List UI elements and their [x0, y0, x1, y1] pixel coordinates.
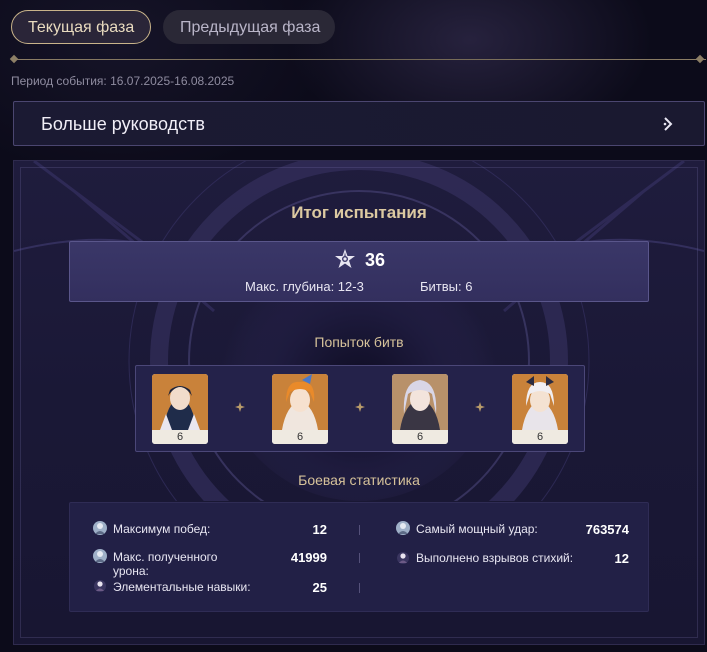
more-guides-button[interactable]: Больше руководств: [13, 101, 705, 146]
stats-column-divider: [359, 525, 360, 535]
attempt-count: 6: [152, 430, 208, 444]
separator-star-icon: [355, 402, 365, 412]
header-divider: [11, 59, 706, 60]
max-depth: Макс. глубина: 12-3: [245, 279, 364, 294]
tab-current-phase[interactable]: Текущая фаза: [11, 10, 151, 44]
battle-stats-panel: Максимум побед: 12 Самый мощный удар: 76…: [69, 502, 649, 612]
character-avatar-icon: [93, 521, 107, 535]
star-count: 36: [365, 250, 386, 270]
elemental-bursts-value: 12: [614, 551, 629, 566]
chevron-right-icon: [663, 117, 673, 131]
strongest-hit-value: 763574: [585, 522, 629, 537]
separator-star-icon: [235, 402, 245, 412]
max-wins-value: 12: [312, 522, 327, 537]
attempt-count: 6: [512, 430, 568, 444]
strongest-hit-label: Самый мощный удар:: [416, 522, 538, 536]
character-card-4[interactable]: 6: [512, 374, 568, 444]
character-avatar-icon: [396, 521, 410, 535]
character-avatar-icon: [397, 552, 409, 564]
elemental-skills-label: Элементальные навыки:: [113, 580, 251, 594]
separator-star-icon: [475, 402, 485, 412]
character-avatar-icon: [94, 580, 106, 592]
character-card-1[interactable]: 6: [152, 374, 208, 444]
score-panel: 36 Макс. глубина: 12-3 Битвы: 6: [69, 241, 649, 302]
stats-column-divider: [359, 553, 360, 563]
attempt-count: 6: [392, 430, 448, 444]
more-guides-label: Больше руководств: [41, 114, 205, 134]
elemental-skills-value: 25: [312, 580, 327, 595]
attempt-count: 6: [272, 430, 328, 444]
character-avatar-icon: [93, 549, 107, 563]
abyss-star-icon: [335, 249, 355, 268]
character-card-3[interactable]: 6: [392, 374, 448, 444]
max-damage-taken-label: Макс. полученного урона:: [113, 550, 218, 578]
character-portrait: [392, 374, 448, 430]
character-attempts-panel: 6 6 6 6: [135, 365, 585, 452]
attempts-title: Попыток битв: [314, 334, 404, 350]
max-wins-label: Максимум побед:: [113, 522, 211, 536]
elemental-bursts-label: Выполнено взрывов стихий:: [416, 551, 574, 565]
battle-count: Битвы: 6: [420, 279, 473, 294]
tab-previous-phase[interactable]: Предыдущая фаза: [163, 10, 335, 44]
summary-title: Итог испытания: [291, 203, 427, 222]
character-portrait: [272, 374, 328, 430]
battle-stats-title: Боевая статистика: [298, 472, 420, 488]
character-card-2[interactable]: 6: [272, 374, 328, 444]
character-portrait: [152, 374, 208, 430]
max-damage-taken-value: 41999: [290, 550, 327, 565]
event-period: Период события: 16.07.2025-16.08.2025: [11, 74, 235, 88]
character-portrait: [512, 374, 568, 430]
stats-column-divider: [359, 583, 360, 593]
challenge-summary-card: Итог испытания 36 Макс. глубина: 12-3 Би…: [13, 160, 705, 645]
